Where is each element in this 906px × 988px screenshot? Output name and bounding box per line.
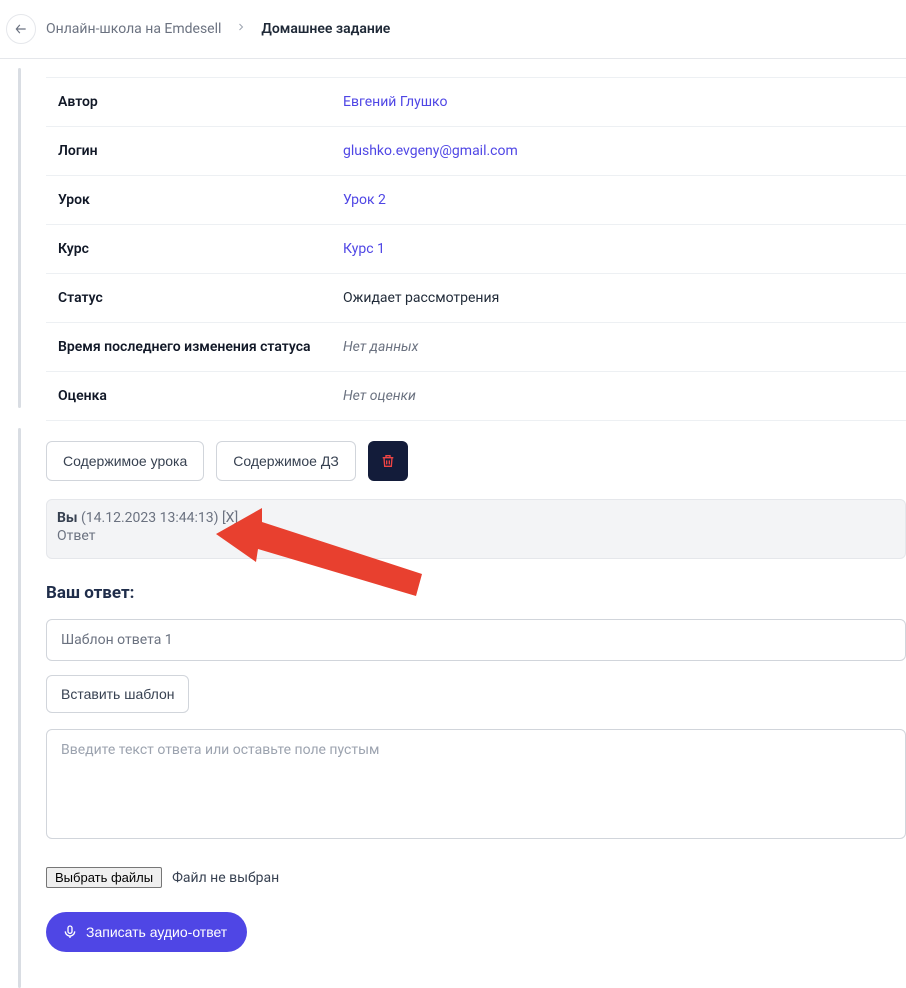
row-lesson: Урок Урок 2 [46, 176, 906, 225]
label-grade: Оценка [46, 388, 343, 404]
label-course: Курс [46, 241, 343, 257]
breadcrumb-current: Домашнее задание [261, 21, 390, 37]
label-login: Логин [46, 143, 343, 159]
answer-textarea[interactable] [46, 729, 906, 839]
actions-row: Содержимое урока Содержимое ДЗ [46, 421, 906, 499]
back-button[interactable] [6, 14, 36, 44]
label-status-time: Время последнего изменения статуса [46, 339, 343, 355]
row-status-time: Время последнего изменения статуса Нет д… [46, 323, 906, 372]
submission-message: Вы (14.12.2023 13:44:13) [X] Ответ [46, 499, 906, 559]
label-status: Статус [46, 290, 343, 306]
lesson-content-button[interactable]: Содержимое урока [46, 441, 204, 481]
row-login: Логин glushko.evgeny@gmail.com [46, 127, 906, 176]
message-delete-link[interactable]: [X] [222, 510, 238, 526]
homework-info: Автор Евгений Глушко Логин glushko.evgen… [46, 59, 906, 421]
breadcrumb-parent[interactable]: Онлайн-школа на Emdesell [46, 21, 221, 37]
breadcrumb: Онлайн-школа на Emdesell Домашнее задани… [0, 0, 906, 59]
trash-icon [380, 453, 396, 469]
chevron-right-icon [231, 21, 251, 37]
microphone-icon [62, 924, 78, 940]
record-audio-label: Записать аудио-ответ [86, 924, 227, 940]
file-upload-row: Выбрать файлы Файл не выбран [46, 867, 906, 888]
row-course: Курс Курс 1 [46, 225, 906, 274]
record-audio-button[interactable]: Записать аудио-ответ [46, 912, 247, 952]
answer-template-select[interactable]: Шаблон ответа 1 [46, 619, 906, 661]
row-grade: Оценка Нет оценки [46, 372, 906, 421]
choose-files-button[interactable]: Выбрать файлы [46, 867, 162, 888]
your-answer-title: Ваш ответ: [46, 583, 906, 603]
label-author: Автор [46, 94, 343, 110]
value-status-time: Нет данных [343, 339, 418, 355]
insert-template-button[interactable]: Вставить шаблон [46, 675, 189, 713]
value-login[interactable]: glushko.evgeny@gmail.com [343, 143, 518, 159]
value-course[interactable]: Курс 1 [343, 241, 385, 257]
value-status: Ожидает рассмотрения [343, 290, 499, 306]
row-status: Статус Ожидает рассмотрения [46, 274, 906, 323]
message-body: Ответ [57, 528, 893, 544]
back-icon [14, 22, 28, 36]
delete-button[interactable] [368, 441, 408, 481]
message-timestamp: (14.12.2023 13:44:13) [81, 510, 218, 526]
file-status: Файл не выбран [172, 870, 279, 886]
row-author: Автор Евгений Глушко [46, 77, 906, 127]
hw-content-button[interactable]: Содержимое ДЗ [216, 441, 356, 481]
value-grade: Нет оценки [343, 388, 416, 404]
value-lesson[interactable]: Урок 2 [343, 192, 386, 208]
message-author: Вы [57, 510, 78, 526]
left-gutter [18, 60, 24, 939]
value-author[interactable]: Евгений Глушко [343, 94, 447, 110]
label-lesson: Урок [46, 192, 343, 208]
